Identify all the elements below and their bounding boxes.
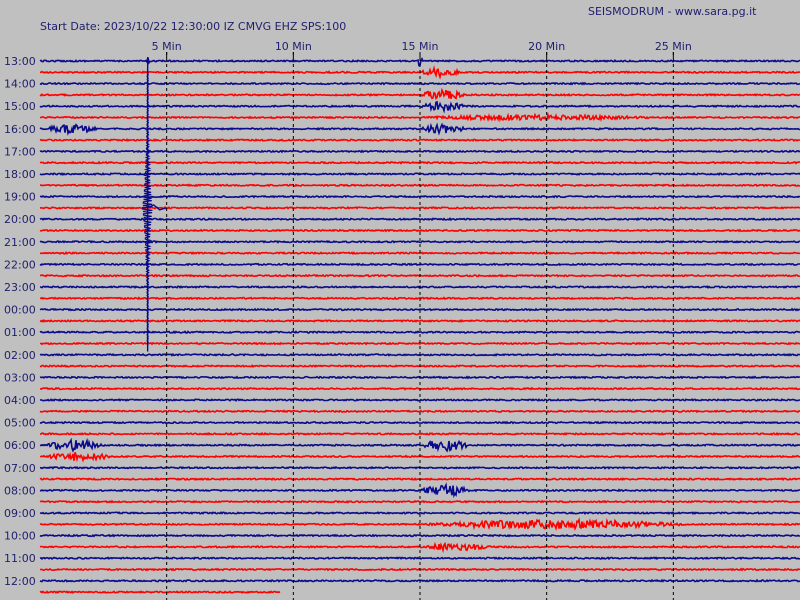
seismic-trace <box>39 330 800 335</box>
hour-label: 08:00 <box>4 484 36 497</box>
seismic-trace <box>39 228 800 233</box>
hour-label: 13:00 <box>4 55 36 68</box>
hour-label: 21:00 <box>4 236 36 249</box>
hour-label: 03:00 <box>4 371 36 384</box>
hour-label: 09:00 <box>4 507 36 520</box>
seismic-trace <box>39 590 281 595</box>
hour-label: 14:00 <box>4 78 36 91</box>
minute-gridlines <box>166 52 674 600</box>
seismic-trace <box>39 409 800 414</box>
hour-label: 07:00 <box>4 462 36 475</box>
seismogram-drum: 5 Min 10 Min 15 Min 20 Min 25 Min 13:00 14:00… <box>4 40 800 600</box>
hour-label: 11:00 <box>4 552 36 565</box>
event-layer <box>142 57 166 352</box>
hour-label: 00:00 <box>4 304 36 317</box>
seismic-trace <box>39 431 800 436</box>
hour-label: 05:00 <box>4 417 36 430</box>
hour-label: 20:00 <box>4 213 36 226</box>
seismic-trace <box>39 420 800 425</box>
hour-label: 16:00 <box>4 123 36 136</box>
minute-tick-label: 5 Min <box>152 40 182 53</box>
hour-label: 12:00 <box>4 575 36 588</box>
hour-label: 10:00 <box>4 530 36 543</box>
hour-label: 19:00 <box>4 191 36 204</box>
minute-tick-label: 10 Min <box>275 40 312 53</box>
hour-label: 02:00 <box>4 349 36 362</box>
seismic-trace <box>39 511 800 516</box>
minute-tick-label: 15 Min <box>401 40 438 53</box>
minute-tick-label: 20 Min <box>528 40 565 53</box>
hour-label: 15:00 <box>4 100 36 113</box>
hour-label: 04:00 <box>4 394 36 407</box>
minute-tick-labels: 5 Min 10 Min 15 Min 20 Min 25 Min <box>152 40 692 53</box>
site-label: SEISMODRUM - www.sara.pg.it <box>588 5 757 18</box>
hour-labels: 13:00 14:00 15:00 16:00 17:00 18:00 19:00 20:00… <box>4 55 36 588</box>
hour-label: 18:00 <box>4 168 36 181</box>
seismic-trace <box>39 239 800 244</box>
minute-tick-label: 25 Min <box>655 40 692 53</box>
seismic-trace <box>39 341 800 346</box>
seismic-trace <box>39 533 800 538</box>
hour-label: 06:00 <box>4 439 36 452</box>
hour-label: 01:00 <box>4 326 36 339</box>
start-date-label: Start Date: 2023/10/22 12:30:00 IZ CMVG … <box>40 20 347 33</box>
hour-label: 22:00 <box>4 258 36 271</box>
seismic-trace <box>39 138 800 143</box>
seismic-trace <box>39 217 800 222</box>
hour-label: 23:00 <box>4 281 36 294</box>
hour-label: 17:00 <box>4 145 36 158</box>
seismic-trace <box>39 318 800 323</box>
